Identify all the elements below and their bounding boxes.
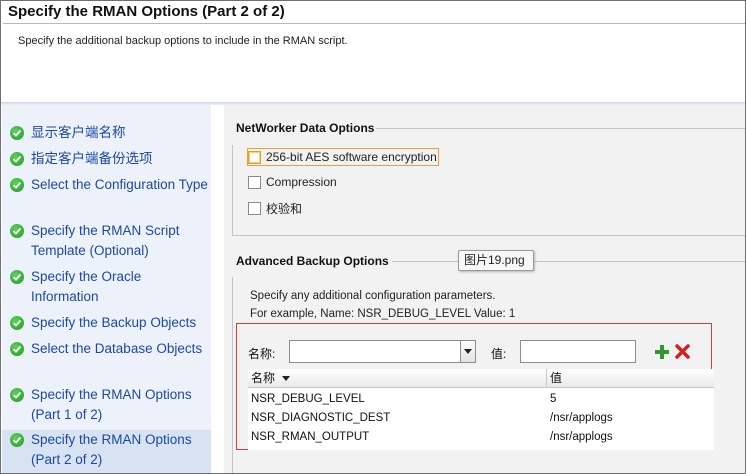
sidebar-step-rman-options-part2[interactable]: Specify the RMAN Options (Part 2 of 2) [2,430,211,473]
sidebar-step-client-name[interactable]: 显示客户端名称 [2,123,211,143]
sidebar-step-label: Specify the RMAN Script Template (Option… [31,223,180,258]
sidebar-step-configuration-type[interactable]: Select the Configuration Type [2,175,211,195]
sidebar-step-client-backup-options[interactable]: 指定客户端备份选项 [2,149,211,169]
sidebar-step-label: Specify the Backup Objects [31,315,197,330]
table-cell-name: NSR_DIAGNOSTIC_DEST [251,412,391,424]
main-panel: NetWorker Data Options 256-bit AES softw… [224,105,745,473]
sidebar-step-label: Specify the RMAN Options (Part 2 of 2) [31,432,192,467]
group-border [232,277,233,473]
close-icon [674,343,690,359]
sidebar-step-label: 指定客户端备份选项 [31,151,153,166]
add-parameter-button[interactable] [653,343,671,361]
sidebar-step-rman-script-template[interactable]: Specify the RMAN Script Template (Option… [2,221,211,261]
check-icon [10,433,24,447]
sidebar-step-label: Specify the Oracle Information [31,269,142,304]
sidebar-step-rman-options-part1[interactable]: Specify the RMAN Options (Part 1 of 2) [2,385,211,425]
chevron-down-icon [464,348,472,354]
page-title: Specify the RMAN Options (Part 2 of 2) [8,3,285,20]
image-tooltip: 图片19.png [458,250,534,271]
advanced-options-title: Advanced Backup Options [236,254,389,268]
advanced-help-text: Specify any additional configuration par… [250,290,496,302]
aes-encryption-label: 256-bit AES software encryption [266,150,437,164]
sidebar-step-oracle-information[interactable]: Specify the Oracle Information [2,267,211,307]
plus-icon [655,345,669,359]
aes-encryption-option[interactable]: 256-bit AES software encryption [247,148,439,166]
table-cell-name: NSR_DEBUG_LEVEL [251,393,365,405]
check-icon [10,152,24,166]
aes-encryption-checkbox[interactable] [248,150,261,164]
name-dropdown-button[interactable] [460,340,476,363]
sidebar-step-label: Specify the RMAN Options (Part 1 of 2) [31,387,192,422]
column-header-value[interactable]: 值 [547,369,714,388]
table-cell-value: /nsr/applogs [550,412,613,424]
sidebar-step-label: Select the Database Objects [31,341,203,356]
check-icon [10,270,24,284]
wizard-steps-sidebar: 显示客户端名称 指定客户端备份选项 Select the Configurati… [2,105,211,473]
group-divider [376,128,745,129]
sort-down-icon [282,376,291,381]
checksum-option[interactable]: 校验和 [248,200,302,217]
checksum-label: 校验和 [266,202,303,216]
sidebar-step-label: 显示客户端名称 [31,125,126,140]
compression-option[interactable]: Compression [248,175,337,189]
sidebar-step-label: Select the Configuration Type [31,177,208,192]
table-cell-value: /nsr/applogs [550,431,613,443]
check-icon [10,178,24,192]
table-cell-value: 5 [550,393,557,405]
value-input[interactable] [520,340,636,363]
checksum-checkbox[interactable] [248,202,261,215]
column-header-name[interactable]: 名称 [248,369,546,388]
check-icon [10,342,24,356]
check-icon [10,316,24,330]
sidebar-step-backup-objects[interactable]: Specify the Backup Objects [2,313,211,333]
check-icon [10,388,24,402]
group-divider [232,235,745,236]
wizard-window: Specify the RMAN Options (Part 2 of 2) S… [0,0,746,474]
parameters-table: 名称 值 NSR_DEBUG_LEVEL 5 NSR_DIAGNOSTIC_DE… [248,369,714,450]
compression-checkbox[interactable] [248,175,261,189]
page-subtitle: Specify the additional backup options to… [18,35,348,47]
advanced-example-text: For example, Name: NSR_DEBUG_LEVEL Value… [250,308,516,320]
name-field-label: 名称: [248,347,276,361]
check-icon [10,224,24,238]
group-border [232,145,233,235]
title-divider [3,23,745,24]
value-field-label: 值: [491,347,507,361]
group-divider [392,261,745,262]
column-header-value-label: 值 [550,371,563,385]
column-header-name-label: 名称 [251,371,276,385]
check-icon [10,126,24,140]
compression-label: Compression [266,175,337,189]
page-header: Specify the RMAN Options (Part 2 of 2) S… [2,2,745,102]
table-cell-name: NSR_RMAN_OUTPUT [251,431,370,443]
name-combobox[interactable] [289,340,461,363]
networker-options-title: NetWorker Data Options [236,121,375,135]
remove-parameter-button[interactable] [673,342,691,360]
sidebar-divider [211,105,224,473]
sidebar-step-database-objects[interactable]: Select the Database Objects [2,339,211,359]
